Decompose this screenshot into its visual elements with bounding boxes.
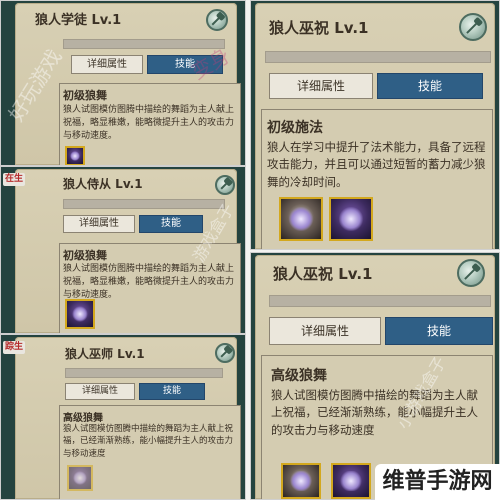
wand-icon[interactable]: [206, 9, 228, 31]
tab-skill[interactable]: 技能: [139, 215, 203, 233]
werewolf-spell-icon[interactable]: [329, 197, 373, 241]
card-title: 狼人巫师 Lv.1: [65, 347, 145, 361]
skill-name: 高级狼舞: [271, 368, 327, 384]
wand-icon[interactable]: [215, 175, 235, 195]
skill-name: 高级狼舞: [63, 413, 103, 424]
tab-skill[interactable]: 技能: [147, 55, 223, 74]
wand-icon[interactable]: [215, 343, 235, 363]
exp-bar: [63, 199, 225, 209]
skill-description: 狼人试图模仿图腾中描绘的舞蹈为主人献上祝福，略显稚嫩，能略微提升主人的攻击力与移…: [63, 264, 235, 301]
site-brand-logo: 维普手游网: [375, 464, 500, 500]
skill-description: 狼人试图模仿图腾中描绘的舞蹈为主人献上祝福，已经渐渐熟练，能小幅提升主人的攻击力…: [271, 388, 478, 437]
tab-detail[interactable]: 详细属性: [269, 73, 373, 99]
skill-description: 狼人在学习中提升了法术能力，具备了远程攻击能力，并且可以通过短暂的蓄力减少狼舞的…: [267, 140, 486, 189]
werewolf-dance-icon[interactable]: [65, 299, 95, 329]
tab-detail[interactable]: 详细属性: [269, 317, 381, 345]
werewolf-dance-icon[interactable]: [67, 465, 93, 491]
skill-name: 初级施法: [267, 120, 323, 136]
card-werewolf-attendant: 在生 狼人侍从 Lv.1 详细属性 技能 初级狼舞 狼人试图模仿图腾中描绘的舞蹈…: [0, 166, 246, 334]
tab-detail[interactable]: 详细属性: [65, 383, 135, 400]
exp-bar: [269, 295, 491, 307]
card-werewolf-shaman: 踪生 狼人巫师 Lv.1 详细属性 技能 高级狼舞 狼人试图模仿图腾中描绘的舞蹈…: [0, 334, 246, 500]
skill-description: 狼人试图模仿图腾中描绘的舞蹈为主人献上祝福，已经渐渐熟练，能小幅提升主人的攻击力…: [63, 424, 234, 459]
skill-name: 初级狼舞: [63, 89, 107, 102]
tab-detail[interactable]: 详细属性: [71, 55, 143, 74]
exp-bar: [265, 51, 491, 63]
wand-icon[interactable]: [459, 13, 487, 41]
card-werewolf-priest-advanced: 狼人巫祝 Lv.1 详细属性 技能 高级狼舞 狼人试图模仿图腾中描绘的舞蹈为主人…: [250, 252, 500, 500]
werewolf-portrait-icon[interactable]: [279, 197, 323, 241]
skill-name: 初级狼舞: [63, 249, 107, 262]
werewolf-portrait-icon[interactable]: [281, 463, 321, 499]
card-title: 狼人侍从 Lv.1: [63, 177, 143, 191]
exp-bar: [65, 368, 223, 378]
tab-detail[interactable]: 详细属性: [63, 215, 135, 233]
tab-skill[interactable]: 技能: [377, 73, 483, 99]
werewolf-dance-icon[interactable]: [65, 146, 85, 165]
card-title: 狼人巫祝 Lv.1: [269, 19, 369, 37]
skill-description: 狼人试图模仿图腾中描绘的舞蹈为主人献上祝福，略显稚嫩，能略微提升主人的攻击力与移…: [63, 105, 235, 142]
card-title: 狼人巫祝 Lv.1: [273, 265, 373, 283]
tab-skill[interactable]: 技能: [385, 317, 493, 345]
werewolf-spell-icon[interactable]: [331, 463, 371, 499]
card-werewolf-priest: 狼人巫祝 Lv.1 详细属性 技能 初级施法 狼人在学习中提升了法术能力，具备了…: [250, 0, 500, 250]
status-badge: 踪生: [3, 341, 25, 354]
exp-bar: [63, 39, 225, 49]
status-badge: 在生: [3, 173, 25, 186]
card-werewolf-apprentice: 狼人学徒 Lv.1 详细属性 技能 初级狼舞 狼人试图模仿图腾中描绘的舞蹈为主人…: [0, 0, 246, 166]
tab-skill[interactable]: 技能: [139, 383, 205, 400]
card-title: 狼人学徒 Lv.1: [35, 13, 122, 28]
wand-icon[interactable]: [457, 259, 485, 287]
